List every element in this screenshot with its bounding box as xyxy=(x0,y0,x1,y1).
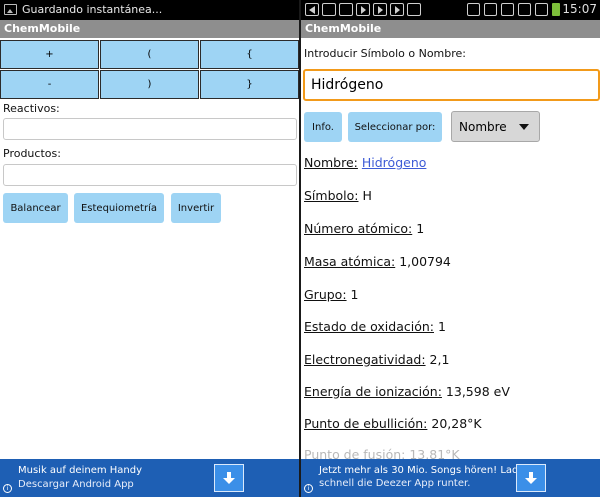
status-text: Guardando instantánea... xyxy=(22,3,163,16)
play-icon xyxy=(356,3,370,16)
ad-banner[interactable]: Musik auf deinem Handy Descargar Android… xyxy=(0,459,299,497)
system-icons xyxy=(467,3,560,16)
property-value: H xyxy=(362,188,372,203)
property-key: Masa atómica: xyxy=(304,254,396,269)
operator-grid: + ( { - ) } xyxy=(0,40,299,100)
play-icon xyxy=(373,3,387,16)
back-icon xyxy=(305,3,319,16)
property-value: 1,00794 xyxy=(399,254,451,269)
select-by-dropdown[interactable]: Nombre xyxy=(451,111,540,142)
search-prompt: Introducir Símbolo o Nombre: xyxy=(304,47,467,60)
property-value: 2,1 xyxy=(429,352,450,367)
info-button[interactable]: Info. xyxy=(304,112,342,142)
property-row: Electronegatividad: 2,1 xyxy=(304,352,449,367)
app-title: ChemMobile xyxy=(301,20,600,38)
property-key: Punto de ebullición: xyxy=(304,416,428,431)
productos-label: Productos: xyxy=(3,147,61,160)
close-brace-button[interactable]: } xyxy=(200,70,299,99)
balancear-button[interactable]: Balancear xyxy=(3,193,68,223)
download-button[interactable] xyxy=(516,464,546,492)
select-value: Nombre xyxy=(459,120,507,134)
property-row: Masa atómica: 1,00794 xyxy=(304,254,451,269)
ad-subtitle: Descargar Android App xyxy=(18,479,134,490)
download-arrow-icon xyxy=(223,472,235,484)
app-title: ChemMobile xyxy=(0,20,299,38)
property-key: Grupo: xyxy=(304,287,347,302)
play-icon xyxy=(390,3,404,16)
search-input[interactable] xyxy=(305,71,598,99)
search-field[interactable] xyxy=(303,69,600,101)
element-name-link[interactable]: Hidrógeno xyxy=(362,155,427,170)
open-brace-button[interactable]: { xyxy=(200,40,299,69)
property-key: Energía de ionización: xyxy=(304,384,442,399)
right-screen: 15:07 ChemMobile Introducir Símbolo o No… xyxy=(301,0,600,497)
property-row: Nombre: Hidrógeno xyxy=(304,155,426,170)
no-sim-icon xyxy=(518,3,531,16)
clock: 15:07 xyxy=(562,2,597,16)
ad-line-2: schnell die Deezer App runter. xyxy=(319,478,471,489)
invertir-button[interactable]: Invertir xyxy=(171,193,221,223)
property-row: Grupo: 1 xyxy=(304,287,358,302)
image-icon xyxy=(407,3,421,16)
estequiometria-button[interactable]: Estequiometría xyxy=(74,193,164,223)
info-icon[interactable]: i xyxy=(304,484,313,493)
property-value: 13,598 eV xyxy=(445,384,510,399)
signal-icon xyxy=(535,3,548,16)
property-key: Símbolo: xyxy=(304,188,359,203)
vibrate-icon xyxy=(484,3,497,16)
property-value: 20,28°K xyxy=(431,416,482,431)
property-row: Punto de ebullición: 20,28°K xyxy=(304,416,482,431)
image-icon xyxy=(339,3,353,16)
status-bar: Guardando instantánea... xyxy=(0,0,299,20)
property-row: Energía de ionización: 13,598 eV xyxy=(304,384,510,399)
wifi-icon xyxy=(501,3,514,16)
battery-icon xyxy=(552,3,560,16)
property-value: 1 xyxy=(416,221,425,236)
open-paren-button[interactable]: ( xyxy=(100,40,199,69)
status-bar: 15:07 xyxy=(301,0,600,20)
minus-button[interactable]: - xyxy=(0,70,99,99)
nfc-icon xyxy=(467,3,480,16)
reactivos-input[interactable] xyxy=(3,118,297,140)
property-key: Nombre: xyxy=(304,155,358,170)
caret-down-icon xyxy=(519,124,529,130)
ad-banner[interactable]: Jetzt mehr als 30 Mio. Songs hören! Lade… xyxy=(301,459,600,497)
property-key: Número atómico: xyxy=(304,221,413,236)
download-button[interactable] xyxy=(214,464,244,492)
info-icon[interactable]: i xyxy=(3,484,12,493)
property-key: Electronegatividad: xyxy=(304,352,426,367)
property-row: Estado de oxidación: 1 xyxy=(304,319,446,334)
image-icon xyxy=(4,4,17,15)
property-row: Número atómico: 1 xyxy=(304,221,424,236)
productos-input[interactable] xyxy=(3,164,297,186)
property-value: 1 xyxy=(437,319,446,334)
property-row: Símbolo: H xyxy=(304,188,372,203)
ad-title: Musik auf deinem Handy xyxy=(18,465,143,476)
reactivos-label: Reactivos: xyxy=(3,102,60,115)
left-screen: Guardando instantánea... ChemMobile + ( … xyxy=(0,0,299,497)
notification-icons xyxy=(305,3,421,17)
chat-icon xyxy=(322,3,336,16)
property-key: Estado de oxidación: xyxy=(304,319,434,334)
plus-button[interactable]: + xyxy=(0,40,99,69)
property-value: 1 xyxy=(350,287,359,302)
select-by-button[interactable]: Seleccionar por: xyxy=(348,112,442,142)
close-paren-button[interactable]: ) xyxy=(100,70,199,99)
ad-line-1: Jetzt mehr als 30 Mio. Songs hören! Lade xyxy=(319,465,525,476)
download-arrow-icon xyxy=(525,472,537,484)
